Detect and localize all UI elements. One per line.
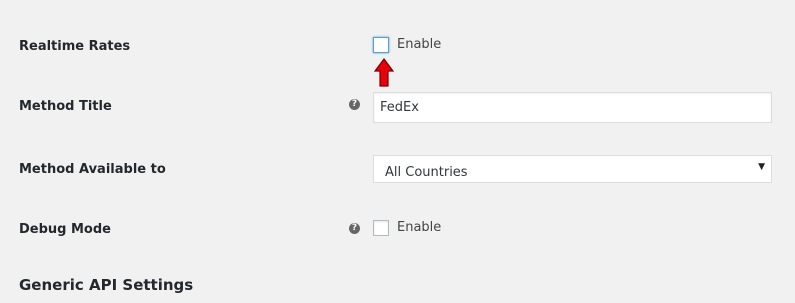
method-available-row: Method Available to All Countries ▼ — [0, 150, 795, 210]
method-title-row: Method Title ? — [0, 90, 795, 150]
generic-api-settings-heading: Generic API Settings — [19, 276, 194, 294]
realtime-rates-label: Realtime Rates — [19, 39, 131, 54]
debug-mode-row: Debug Mode ? Enable — [0, 210, 795, 260]
chevron-down-icon: ▼ — [758, 162, 765, 172]
method-title-input[interactable] — [373, 92, 772, 123]
realtime-rates-checkbox[interactable] — [373, 37, 389, 53]
realtime-rates-enable-label[interactable]: Enable — [397, 37, 441, 52]
debug-mode-enable-label[interactable]: Enable — [397, 220, 441, 235]
annotation-arrow-up-icon — [374, 58, 394, 87]
question-circle-icon[interactable]: ? — [349, 99, 360, 110]
method-available-label: Method Available to — [19, 162, 166, 177]
debug-mode-checkbox[interactable] — [373, 220, 389, 236]
method-available-selected-value: All Countries — [385, 165, 468, 180]
method-title-label: Method Title — [19, 99, 112, 114]
question-circle-icon[interactable]: ? — [349, 223, 360, 234]
realtime-rates-row: Realtime Rates Enable — [0, 0, 795, 90]
method-available-select[interactable]: All Countries ▼ — [373, 155, 772, 183]
debug-mode-label: Debug Mode — [19, 222, 111, 237]
